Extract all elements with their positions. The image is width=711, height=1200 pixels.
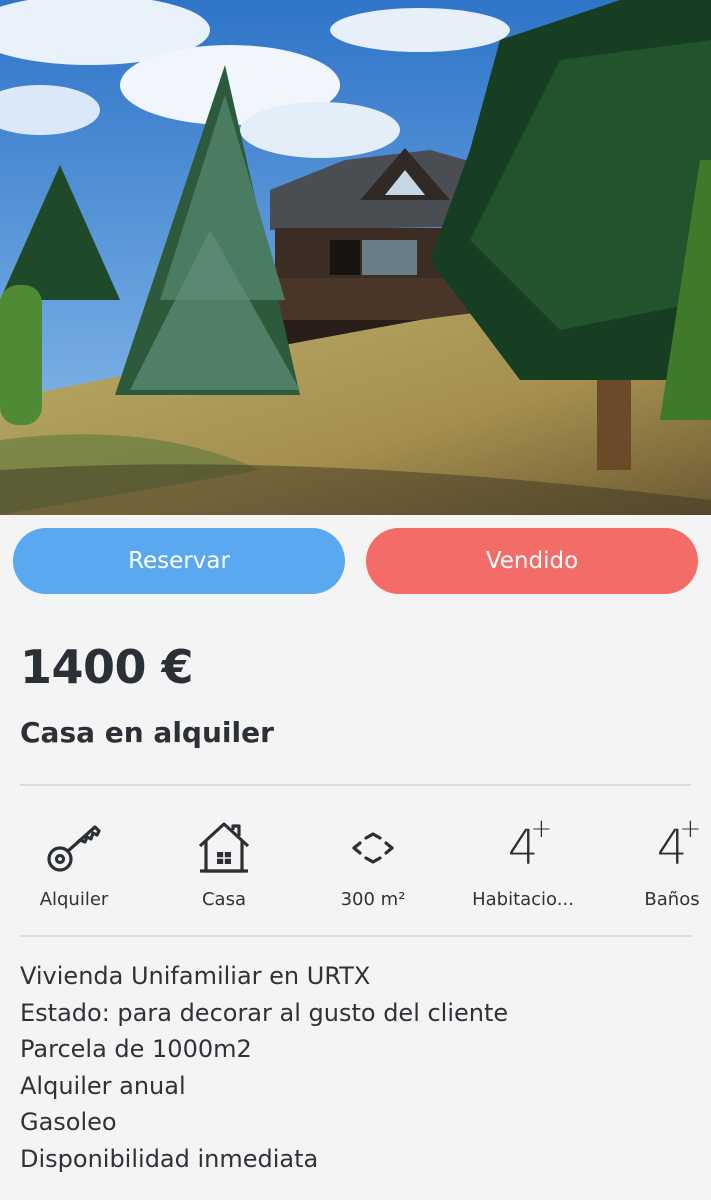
description-line: Alquiler anual — [20, 1071, 186, 1100]
feature-operation: Alquiler — [4, 815, 144, 910]
price: 1400 € — [20, 640, 194, 694]
feature-area: 300 m² — [303, 815, 443, 910]
description-line: Gasoleo — [20, 1108, 117, 1136]
listing-title: Casa en alquiler — [20, 716, 274, 749]
feature-area-label: 300 m² — [340, 889, 406, 910]
feature-bathrooms-label: Baños — [644, 889, 700, 910]
description-line: Estado: para decorar al gusto del client… — [20, 998, 509, 1027]
description-line: Parcela de 1000m2 — [20, 1035, 252, 1063]
description: Vivienda Unifamiliar en URTX Estado: par… — [20, 958, 508, 1177]
sold-button[interactable]: Vendido — [366, 528, 698, 594]
divider-top — [20, 784, 691, 786]
feature-type: Casa — [154, 815, 294, 910]
feature-bedrooms-label: Habitacio... — [472, 889, 574, 910]
bathrooms-icon: 4 + — [656, 814, 702, 876]
description-line: Disponibilidad inmediata — [20, 1144, 319, 1173]
divider-bottom — [20, 935, 691, 937]
house-icon — [198, 822, 250, 873]
feature-type-label: Casa — [201, 889, 246, 910]
feature-operation-label: Alquiler — [39, 889, 109, 910]
bedrooms-icon: 4 + — [507, 814, 553, 876]
description-line: Vivienda Unifamiliar en URTX — [20, 962, 371, 990]
reserve-button[interactable]: Reservar — [13, 528, 345, 594]
house-photo[interactable] — [0, 0, 711, 515]
feature-bathrooms: 4 + Baños — [602, 815, 711, 910]
area-icon — [352, 832, 394, 864]
feature-bedrooms: 4 + Habitacio... — [453, 815, 593, 910]
key-icon — [47, 825, 101, 872]
